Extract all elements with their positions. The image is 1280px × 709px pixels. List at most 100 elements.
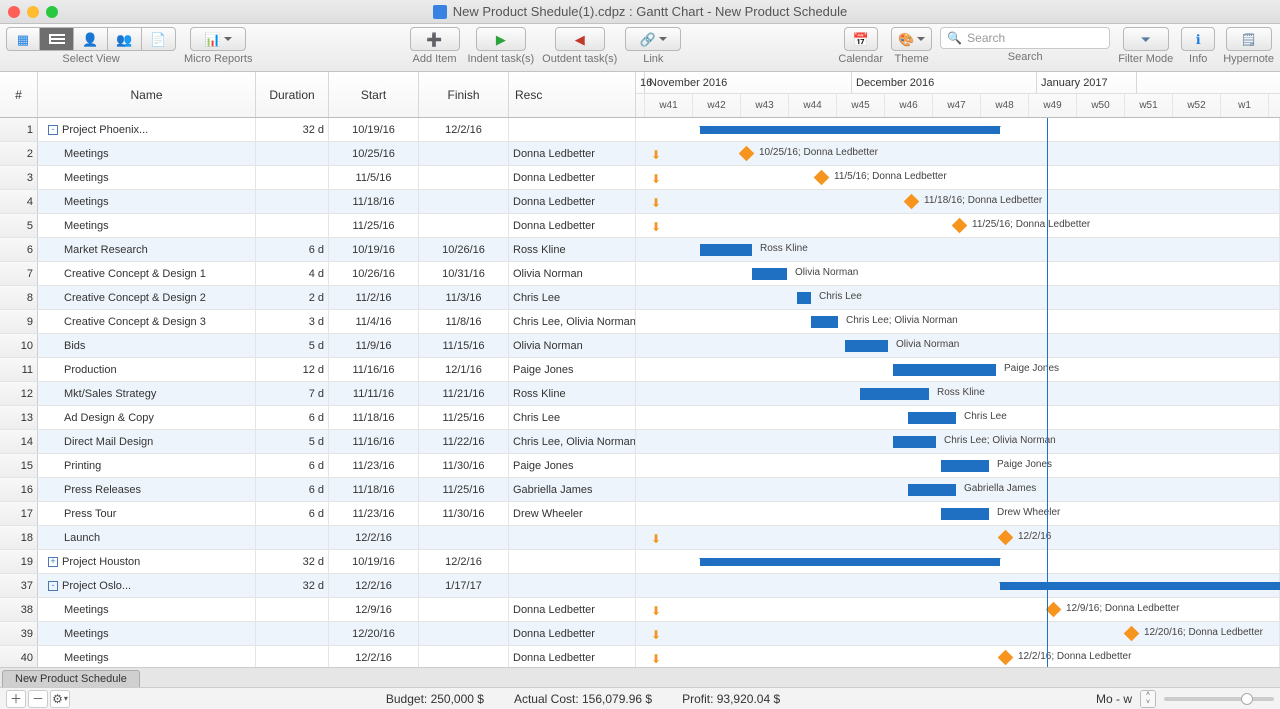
gantt-cell[interactable] [636, 118, 1280, 141]
view-mode-3-button[interactable]: 👤 [74, 27, 108, 51]
task-name-cell[interactable]: Meetings [38, 622, 256, 645]
table-row[interactable]: 3Meetings11/5/16Donna Ledbetter⬇11/5/16;… [0, 166, 1280, 190]
gantt-cell[interactable]: ⬇12/2/16; Donna Ledbetter [636, 646, 1280, 667]
task-bar[interactable] [845, 340, 888, 352]
cell-finish[interactable] [419, 646, 509, 667]
cell-res[interactable]: Donna Ledbetter [509, 142, 636, 165]
indent-tasks-button[interactable]: ▶ [476, 27, 526, 51]
cell-finish[interactable]: 11/25/16 [419, 478, 509, 501]
task-name-cell[interactable]: Meetings [38, 598, 256, 621]
gantt-cell[interactable] [636, 574, 1280, 597]
cell-finish[interactable] [419, 214, 509, 237]
zoom-slider-thumb[interactable] [1241, 693, 1253, 705]
remove-row-button[interactable]: － [28, 690, 48, 708]
cell-start[interactable]: 11/23/16 [329, 454, 419, 477]
cell-finish[interactable] [419, 166, 509, 189]
cell-res[interactable] [509, 550, 636, 573]
link-button[interactable]: 🔗 [625, 27, 681, 51]
gantt-cell[interactable]: ⬇11/18/16; Donna Ledbetter [636, 190, 1280, 213]
task-name-cell[interactable]: -Project Phoenix... [38, 118, 256, 141]
task-bar[interactable] [797, 292, 811, 304]
cell-finish[interactable]: 11/8/16 [419, 310, 509, 333]
task-name-cell[interactable]: Mkt/Sales Strategy [38, 382, 256, 405]
gantt-cell[interactable]: Chris Lee; Olivia Norman [636, 310, 1280, 333]
view-mode-4-button[interactable]: 👥 [108, 27, 142, 51]
cell-start[interactable]: 11/5/16 [329, 166, 419, 189]
cell-res[interactable]: Donna Ledbetter [509, 166, 636, 189]
cell-dur[interactable] [256, 598, 329, 621]
cell-dur[interactable] [256, 214, 329, 237]
cell-start[interactable]: 12/20/16 [329, 622, 419, 645]
gantt-cell[interactable]: Ross Kline [636, 238, 1280, 261]
table-row[interactable]: 39Meetings12/20/16Donna Ledbetter⬇12/20/… [0, 622, 1280, 646]
cell-res[interactable] [509, 574, 636, 597]
cell-res[interactable]: Chris Lee [509, 406, 636, 429]
cell-res[interactable]: Donna Ledbetter [509, 214, 636, 237]
search-input[interactable]: 🔍 Search [940, 27, 1110, 49]
cell-dur[interactable]: 6 d [256, 454, 329, 477]
cell-dur[interactable] [256, 526, 329, 549]
milestone-marker[interactable] [739, 146, 755, 162]
table-row[interactable]: 18Launch12/2/16⬇12/2/16 [0, 526, 1280, 550]
cell-start[interactable]: 11/9/16 [329, 334, 419, 357]
cell-dur[interactable]: 6 d [256, 502, 329, 525]
close-window-button[interactable] [8, 6, 20, 18]
cell-start[interactable]: 10/26/16 [329, 262, 419, 285]
task-bar[interactable] [811, 316, 838, 328]
cell-finish[interactable] [419, 190, 509, 213]
cell-dur[interactable]: 5 d [256, 430, 329, 453]
milestone-marker[interactable] [904, 194, 920, 210]
sheet-tab[interactable]: New Product Schedule [2, 670, 140, 687]
cell-start[interactable]: 10/19/16 [329, 550, 419, 573]
cell-res[interactable]: Donna Ledbetter [509, 646, 636, 667]
zoom-window-button[interactable] [46, 6, 58, 18]
task-name-cell[interactable]: Bids [38, 334, 256, 357]
gantt-cell[interactable]: Ross Kline [636, 382, 1280, 405]
col-header-start[interactable]: Start [329, 72, 419, 117]
table-row[interactable]: 16Press Releases6 d11/18/1611/25/16Gabri… [0, 478, 1280, 502]
gantt-cell[interactable]: Gabriella James [636, 478, 1280, 501]
gantt-cell[interactable]: ⬇10/25/16; Donna Ledbetter [636, 142, 1280, 165]
table-row[interactable]: 5Meetings11/25/16Donna Ledbetter⬇11/25/1… [0, 214, 1280, 238]
cell-finish[interactable]: 11/15/16 [419, 334, 509, 357]
table-row[interactable]: 12Mkt/Sales Strategy7 d11/11/1611/21/16R… [0, 382, 1280, 406]
cell-finish[interactable]: 11/30/16 [419, 454, 509, 477]
cell-dur[interactable]: 6 d [256, 238, 329, 261]
cell-finish[interactable]: 11/3/16 [419, 286, 509, 309]
cell-finish[interactable] [419, 598, 509, 621]
gantt-cell[interactable] [636, 550, 1280, 573]
task-bar[interactable] [893, 364, 996, 376]
grid-body[interactable]: 1-Project Phoenix...32 d10/19/1612/2/162… [0, 118, 1280, 667]
cell-dur[interactable] [256, 646, 329, 667]
table-row[interactable]: 14Direct Mail Design5 d11/16/1611/22/16C… [0, 430, 1280, 454]
summary-bar[interactable] [1000, 582, 1280, 590]
table-row[interactable]: 37-Project Oslo...32 d12/2/161/17/17 [0, 574, 1280, 598]
task-bar[interactable] [752, 268, 787, 280]
cell-dur[interactable] [256, 166, 329, 189]
table-row[interactable]: 8Creative Concept & Design 22 d11/2/1611… [0, 286, 1280, 310]
cell-start[interactable]: 10/19/16 [329, 238, 419, 261]
cell-dur[interactable] [256, 622, 329, 645]
cell-dur[interactable]: 3 d [256, 310, 329, 333]
table-row[interactable]: 9Creative Concept & Design 33 d11/4/1611… [0, 310, 1280, 334]
cell-dur[interactable]: 7 d [256, 382, 329, 405]
milestone-marker[interactable] [998, 530, 1014, 546]
cell-finish[interactable]: 12/2/16 [419, 118, 509, 141]
task-name-cell[interactable]: Meetings [38, 166, 256, 189]
cell-finish[interactable] [419, 526, 509, 549]
cell-finish[interactable]: 12/2/16 [419, 550, 509, 573]
cell-res[interactable]: Paige Jones [509, 454, 636, 477]
task-bar[interactable] [941, 460, 989, 472]
task-name-cell[interactable]: Meetings [38, 190, 256, 213]
task-name-cell[interactable]: Meetings [38, 214, 256, 237]
cell-start[interactable]: 10/19/16 [329, 118, 419, 141]
cell-res[interactable]: Chris Lee [509, 286, 636, 309]
filter-mode-button[interactable]: ⏷ [1123, 27, 1169, 51]
table-row[interactable]: 6Market Research6 d10/19/1610/26/16Ross … [0, 238, 1280, 262]
gantt-cell[interactable]: Chris Lee; Olivia Norman [636, 430, 1280, 453]
task-name-cell[interactable]: Printing [38, 454, 256, 477]
timeline-header[interactable]: 16November 2016December 2016January 2017… [636, 72, 1280, 117]
cell-res[interactable]: Drew Wheeler [509, 502, 636, 525]
gantt-cell[interactable]: ⬇12/2/16 [636, 526, 1280, 549]
task-bar[interactable] [893, 436, 936, 448]
